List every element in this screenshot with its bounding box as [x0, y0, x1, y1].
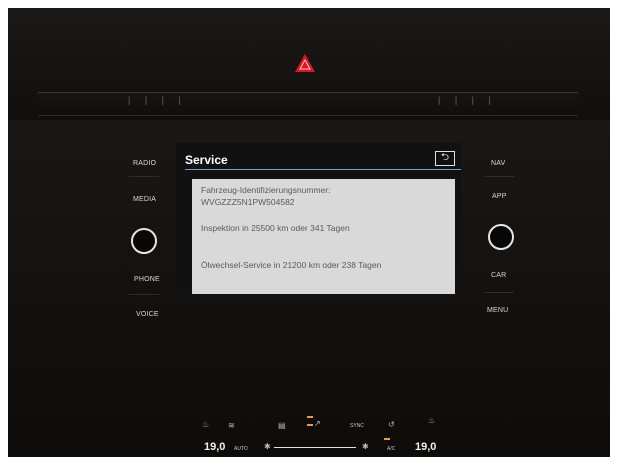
back-button[interactable]: ⮌ [435, 151, 455, 166]
sync-button[interactable]: SYNC [350, 423, 364, 429]
inspection-info: Inspektion in 25500 km oder 341 Tagen [201, 223, 350, 233]
auto-button[interactable]: AUTO [234, 446, 248, 452]
fan-low-icon: ✱ [264, 442, 271, 451]
active-indicator [307, 424, 313, 426]
hazard-triangle-icon [295, 54, 315, 72]
seat-vent-icon[interactable]: ↗ [314, 419, 321, 428]
back-arrow-icon: ⮌ [440, 152, 449, 163]
divider [484, 176, 514, 177]
radio-button[interactable]: RADIO [133, 160, 156, 167]
climate-control-strip: ♨ ≋ ▤ ↗ SYNC ↺ ♨ 19,0 AUTO ✱ ✱ A/C 19,0 [190, 406, 436, 456]
page-title: Service [185, 153, 228, 167]
fan-speed-slider[interactable] [274, 447, 356, 448]
app-button[interactable]: APP [492, 193, 507, 200]
fan-high-icon: ✱ [362, 442, 369, 451]
rear-defrost-icon[interactable]: ▤ [278, 421, 286, 430]
image-frame: | | | | | | | | RADIO MEDIA PHONE VOICE … [0, 0, 618, 465]
phone-button[interactable]: PHONE [134, 276, 160, 283]
oil-service-info: Ölwechsel-Service in 21200 km oder 238 T… [201, 260, 382, 270]
windshield-heat-icon[interactable]: ≋ [228, 421, 235, 430]
media-button[interactable]: MEDIA [133, 196, 156, 203]
vin-label: Fahrzeug-Identifizierungsnummer: [201, 185, 331, 195]
volume-knob[interactable] [131, 228, 157, 254]
vin-value: WVGZZZ5N1PW504582 [201, 197, 295, 207]
voice-button[interactable]: VOICE [136, 311, 159, 318]
car-button[interactable]: CAR [491, 272, 506, 279]
right-temperature[interactable]: 19,0 [415, 441, 436, 453]
vent-marks-right: | | | | [438, 95, 497, 105]
ac-indicator [384, 438, 390, 440]
seat-heat-right-icon[interactable]: ♨ [428, 416, 435, 425]
hazard-button[interactable] [294, 50, 316, 76]
tuning-knob[interactable] [488, 224, 514, 250]
nav-button[interactable]: NAV [491, 160, 505, 167]
menu-button[interactable]: MENU [487, 307, 508, 314]
divider [129, 176, 159, 177]
ac-button[interactable]: A/C [387, 446, 395, 452]
vent-marks-left: | | | | [128, 95, 187, 105]
service-info-panel: Fahrzeug-Identifizierungsnummer: WVGZZZ5… [192, 179, 455, 294]
recirculation-icon[interactable]: ↺ [388, 420, 395, 429]
seat-heat-left-icon[interactable]: ♨ [202, 420, 209, 429]
divider [484, 292, 514, 293]
divider [129, 294, 159, 295]
active-indicator [307, 416, 313, 418]
title-underline [185, 169, 461, 170]
left-temperature[interactable]: 19,0 [204, 441, 225, 453]
air-vent-strip [38, 92, 578, 116]
